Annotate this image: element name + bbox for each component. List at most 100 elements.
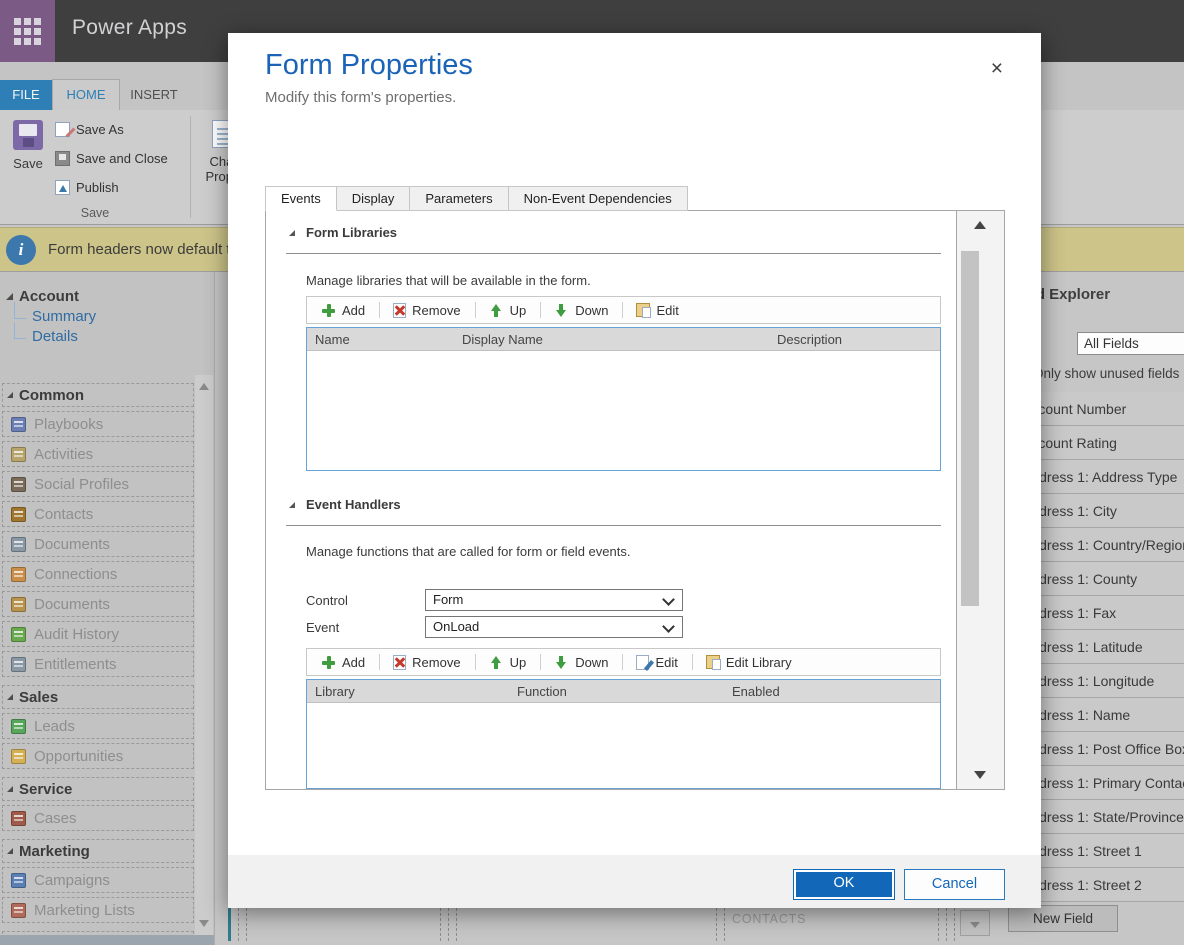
close-icon[interactable]: ×	[991, 58, 1003, 79]
unused-fields-checkbox-label[interactable]: Only show unused fields	[1033, 366, 1179, 381]
new-field-button[interactable]: New Field	[1008, 905, 1118, 932]
save-button[interactable]: Save	[6, 118, 50, 190]
toolbar-button[interactable]: Edit	[622, 297, 692, 323]
dialog-scrollbar[interactable]	[956, 211, 1004, 789]
nav-item-icon	[11, 567, 26, 582]
toolbar-button[interactable]: Edit	[622, 649, 691, 675]
nav-item[interactable]: Activities	[2, 441, 194, 467]
nav-item[interactable]: Playbooks	[2, 411, 194, 437]
toolbar-button[interactable]: Down	[540, 297, 622, 323]
ribbon-button[interactable]: Publish	[55, 176, 185, 198]
form-libraries-table[interactable]: Name Display Name Description	[306, 327, 941, 471]
collapse-icon	[289, 502, 295, 508]
nav-item-label: Social Profiles	[34, 476, 129, 493]
ok-button[interactable]: OK	[793, 869, 895, 900]
toolbar-button[interactable]: Up	[475, 649, 541, 675]
nav-bottom-strip	[0, 935, 215, 945]
tab-events[interactable]: Events	[265, 186, 337, 211]
nav-item[interactable]: Leads	[2, 713, 194, 739]
event-handlers-table[interactable]: Library Function Enabled	[306, 679, 941, 789]
tab-display[interactable]: Display	[337, 186, 411, 211]
canvas-grid-line	[448, 908, 449, 941]
nav-section-header[interactable]: Sales	[2, 685, 194, 709]
event-handlers-description: Manage functions that are called for for…	[306, 544, 630, 559]
collapse-icon	[7, 392, 13, 398]
nav-item-label: Documents	[34, 596, 110, 613]
ribbon-button[interactable]: Save and Close	[55, 147, 185, 169]
edit-library-icon	[706, 655, 720, 669]
toolbar-button-label: Edit Library	[726, 655, 792, 670]
event-label: Event	[306, 620, 339, 635]
nav-item-icon	[11, 811, 26, 826]
toolbar-button-label: Down	[575, 303, 608, 318]
publish-icon	[55, 180, 70, 195]
toolbar-button-label: Add	[342, 303, 365, 318]
nav-item[interactable]: Audit History	[2, 621, 194, 647]
nav-item[interactable]: Connections	[2, 561, 194, 587]
nav-section-header[interactable]: Common	[2, 383, 194, 407]
nav-item[interactable]: Documents	[2, 591, 194, 617]
column-function: Function	[517, 684, 732, 699]
nav-item[interactable]: Campaigns	[2, 867, 194, 893]
nav-item[interactable]: Documents	[2, 531, 194, 557]
field-filter-select[interactable]: All Fields	[1077, 332, 1184, 355]
nav-item[interactable]: Contacts	[2, 501, 194, 527]
nav-item[interactable]: Social Profiles	[2, 471, 194, 497]
ribbon-button[interactable]: Save As	[55, 118, 185, 140]
tab-home[interactable]: HOME	[52, 79, 120, 110]
nav-section-header[interactable]: Service	[2, 777, 194, 801]
section-divider	[286, 253, 941, 254]
waffle-icon[interactable]	[0, 0, 55, 62]
nav-item[interactable]: Cases	[2, 805, 194, 831]
nav-item[interactable]: Opportunities	[2, 743, 194, 769]
nav-item-label: Entitlements	[34, 656, 117, 673]
edit-library-icon	[636, 303, 650, 317]
events-tab-panel: Form Libraries Manage libraries that wil…	[265, 210, 1005, 790]
nav-scrollbar[interactable]	[195, 375, 213, 935]
scroll-up-icon[interactable]	[974, 221, 986, 229]
toolbar-button-label: Edit	[656, 303, 678, 318]
add-icon	[321, 303, 336, 318]
nav-item-icon	[11, 597, 26, 612]
nav-item[interactable]: Marketing Lists	[2, 897, 194, 923]
collapse-icon	[289, 230, 295, 236]
event-handlers-section-header[interactable]: Event Handlers	[289, 497, 401, 512]
form-properties-dialog: Form Properties Modify this form's prope…	[228, 33, 1041, 908]
event-select[interactable]: OnLoad	[425, 616, 683, 638]
nav-item[interactable]: Entitlements	[2, 651, 194, 677]
scroll-down-icon[interactable]	[974, 771, 986, 779]
toolbar-button-label: Up	[510, 303, 527, 318]
nav-section-header[interactable]: Marketing	[2, 839, 194, 863]
scrollbar-thumb[interactable]	[961, 251, 979, 606]
tab-parameters[interactable]: Parameters	[410, 186, 508, 211]
scroll-up-icon[interactable]	[199, 383, 209, 390]
toolbar-button[interactable]: Add	[307, 649, 379, 675]
tab-insert[interactable]: INSERT	[120, 80, 188, 110]
toolbar-button[interactable]: Add	[307, 297, 379, 323]
chevron-down-icon	[662, 620, 675, 633]
nav-section: Sales Leads Opportunities	[2, 685, 194, 769]
toolbar-button-label: Remove	[412, 303, 460, 318]
tab-file[interactable]: FILE	[0, 80, 52, 110]
canvas-dropdown-button[interactable]	[960, 910, 990, 936]
toolbar-button[interactable]: Edit Library	[692, 649, 806, 675]
app-window: Power Apps FILE HOME INSERT Save Save As…	[0, 0, 1184, 945]
nav-item-label: Cases	[34, 810, 77, 827]
canvas-grid-line	[716, 908, 717, 941]
app-title: Power Apps	[72, 16, 187, 40]
scroll-down-icon[interactable]	[199, 920, 209, 927]
form-libraries-section-header[interactable]: Form Libraries	[289, 225, 397, 240]
form-libraries-description: Manage libraries that will be available …	[306, 273, 591, 288]
tab-non-event-dependencies[interactable]: Non-Event Dependencies	[509, 186, 688, 211]
cancel-button[interactable]: Cancel	[904, 869, 1005, 900]
toolbar-button[interactable]: Down	[540, 649, 622, 675]
control-select[interactable]: Form	[425, 589, 683, 611]
up-icon	[489, 303, 504, 318]
toolbar-button[interactable]: Remove	[379, 649, 474, 675]
toolbar-button[interactable]: Up	[475, 297, 541, 323]
canvas-grid-line	[246, 908, 247, 941]
nav-item-icon	[11, 903, 26, 918]
dialog-subtitle: Modify this form's properties.	[265, 89, 456, 106]
nav-tree-link[interactable]: Details	[8, 325, 96, 345]
toolbar-button[interactable]: Remove	[379, 297, 474, 323]
